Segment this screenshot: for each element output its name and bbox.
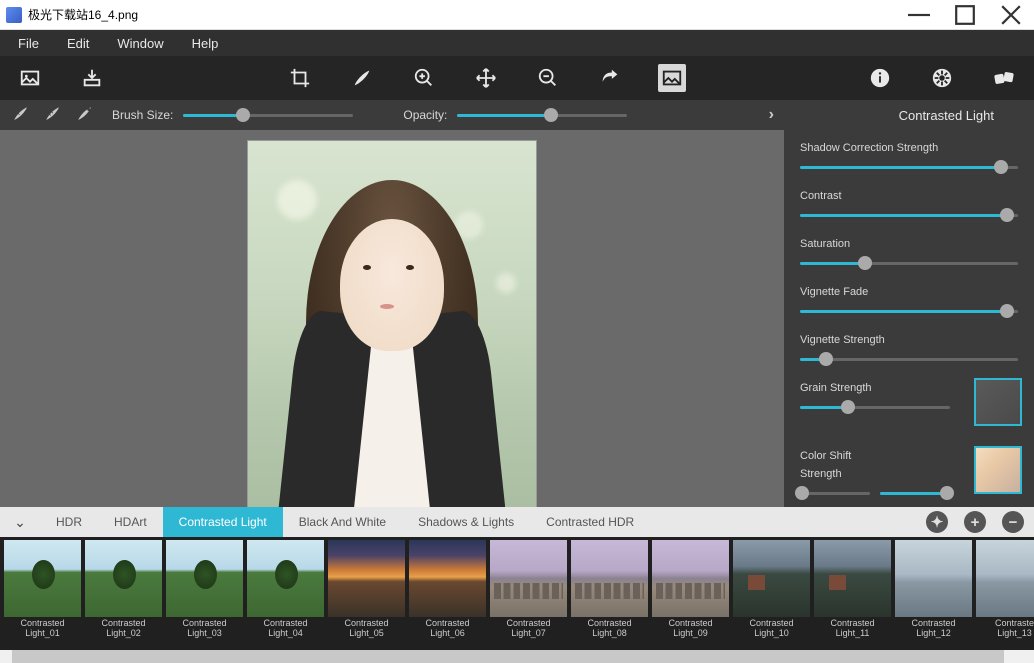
contrast-slider[interactable] xyxy=(800,208,1018,222)
preset-contrasted-light_01[interactable]: ContrastedLight_01 xyxy=(3,540,82,650)
preset-contrasted-light_12[interactable]: ContrastedLight_12 xyxy=(894,540,973,650)
preset-tabs: ⌄ HDR HDArt Contrasted Light Black And W… xyxy=(0,507,1034,537)
strength-label: Strength xyxy=(800,468,962,480)
options-bar: Brush Size: Opacity: › Contrasted Light xyxy=(0,100,1034,130)
preset-contrasted-light_05[interactable]: ContrastedLight_05 xyxy=(327,540,406,650)
opacity-slider[interactable] xyxy=(457,108,627,122)
canvas-area[interactable] xyxy=(0,130,784,507)
vfade-label: Vignette Fade xyxy=(800,286,1018,298)
grain-label: Grain Strength xyxy=(800,382,962,394)
grain-slider[interactable] xyxy=(800,400,950,414)
preset-scrollbar[interactable] xyxy=(0,650,1034,663)
menu-edit[interactable]: Edit xyxy=(57,33,99,54)
close-button[interactable] xyxy=(988,0,1034,29)
vstrength-label: Vignette Strength xyxy=(800,334,1018,346)
preset-strip[interactable]: ContrastedLight_01ContrastedLight_02Cont… xyxy=(0,537,1034,650)
preview-image xyxy=(247,140,537,507)
expand-presets-icon[interactable]: ⌄ xyxy=(0,514,40,531)
saturation-slider[interactable] xyxy=(800,256,1018,270)
export-button[interactable] xyxy=(78,64,106,92)
remove-preset-button[interactable]: − xyxy=(1002,511,1024,533)
shadow-label: Shadow Correction Strength xyxy=(800,142,1018,154)
brush-size-slider[interactable] xyxy=(183,108,353,122)
add-preset-button[interactable]: + xyxy=(964,511,986,533)
minimize-button[interactable] xyxy=(896,0,942,29)
contrast-label: Contrast xyxy=(800,190,1018,202)
tab-black-white[interactable]: Black And White xyxy=(283,507,402,537)
brush2-icon[interactable] xyxy=(44,105,62,126)
brush3-icon[interactable] xyxy=(76,105,94,126)
colorshift-slider[interactable] xyxy=(800,486,870,500)
preset-contrasted-light_07[interactable]: ContrastedLight_07 xyxy=(489,540,568,650)
adjustments-panel: Shadow Correction Strength Contrast Satu… xyxy=(784,130,1034,507)
settings-button[interactable] xyxy=(928,64,956,92)
titlebar: 极光下载站16_4.png xyxy=(0,0,1034,30)
colorshift-label: Color Shift xyxy=(800,450,962,462)
colorshift-swatch[interactable] xyxy=(974,446,1022,494)
random-button[interactable] xyxy=(990,64,1018,92)
info-button[interactable] xyxy=(866,64,894,92)
brush-button[interactable] xyxy=(348,64,376,92)
grain-swatch[interactable] xyxy=(974,378,1022,426)
brush-size-label: Brush Size: xyxy=(112,108,173,122)
opacity-label: Opacity: xyxy=(403,108,447,122)
tab-hdart[interactable]: HDArt xyxy=(98,507,163,537)
favorite-preset-button[interactable]: ✦ xyxy=(926,511,948,533)
tab-contrasted-hdr[interactable]: Contrasted HDR xyxy=(530,507,650,537)
menu-help[interactable]: Help xyxy=(182,33,229,54)
menu-window[interactable]: Window xyxy=(107,33,173,54)
menu-file[interactable]: File xyxy=(8,33,49,54)
vstrength-slider[interactable] xyxy=(800,352,1018,366)
tab-hdr[interactable]: HDR xyxy=(40,507,98,537)
app-icon xyxy=(6,7,22,23)
redo-button[interactable] xyxy=(596,64,624,92)
preset-contrasted-light_02[interactable]: ContrastedLight_02 xyxy=(84,540,163,650)
preset-contrasted-light_11[interactable]: ContrastedLight_11 xyxy=(813,540,892,650)
brush1-icon[interactable] xyxy=(12,105,30,126)
tab-contrasted-light[interactable]: Contrasted Light xyxy=(163,507,283,537)
maximize-button[interactable] xyxy=(942,0,988,29)
preset-contrasted-light_10[interactable]: ContrastedLight_10 xyxy=(732,540,811,650)
window-title: 极光下载站16_4.png xyxy=(28,6,896,23)
vfade-slider[interactable] xyxy=(800,304,1018,318)
preset-contrasted-light_06[interactable]: ContrastedLight_06 xyxy=(408,540,487,650)
crop-button[interactable] xyxy=(286,64,314,92)
preset-contraste-light_13[interactable]: ContrasteLight_13 xyxy=(975,540,1034,650)
move-button[interactable] xyxy=(472,64,500,92)
strength-slider[interactable] xyxy=(880,486,950,500)
saturation-label: Saturation xyxy=(800,238,1018,250)
preset-contrasted-light_03[interactable]: ContrastedLight_03 xyxy=(165,540,244,650)
zoom-in-button[interactable] xyxy=(410,64,438,92)
collapse-panel-icon[interactable]: › xyxy=(769,106,774,124)
zoom-out-button[interactable] xyxy=(534,64,562,92)
open-image-button[interactable] xyxy=(16,64,44,92)
panel-title: Contrasted Light xyxy=(899,108,994,123)
preset-contrasted-light_08[interactable]: ContrastedLight_08 xyxy=(570,540,649,650)
compare-button[interactable] xyxy=(658,64,686,92)
preset-contrasted-light_09[interactable]: ContrastedLight_09 xyxy=(651,540,730,650)
shadow-slider[interactable] xyxy=(800,160,1018,174)
preset-contrasted-light_04[interactable]: ContrastedLight_04 xyxy=(246,540,325,650)
tab-shadows-lights[interactable]: Shadows & Lights xyxy=(402,507,530,537)
toolbar xyxy=(0,56,1034,100)
menubar: File Edit Window Help xyxy=(0,30,1034,56)
